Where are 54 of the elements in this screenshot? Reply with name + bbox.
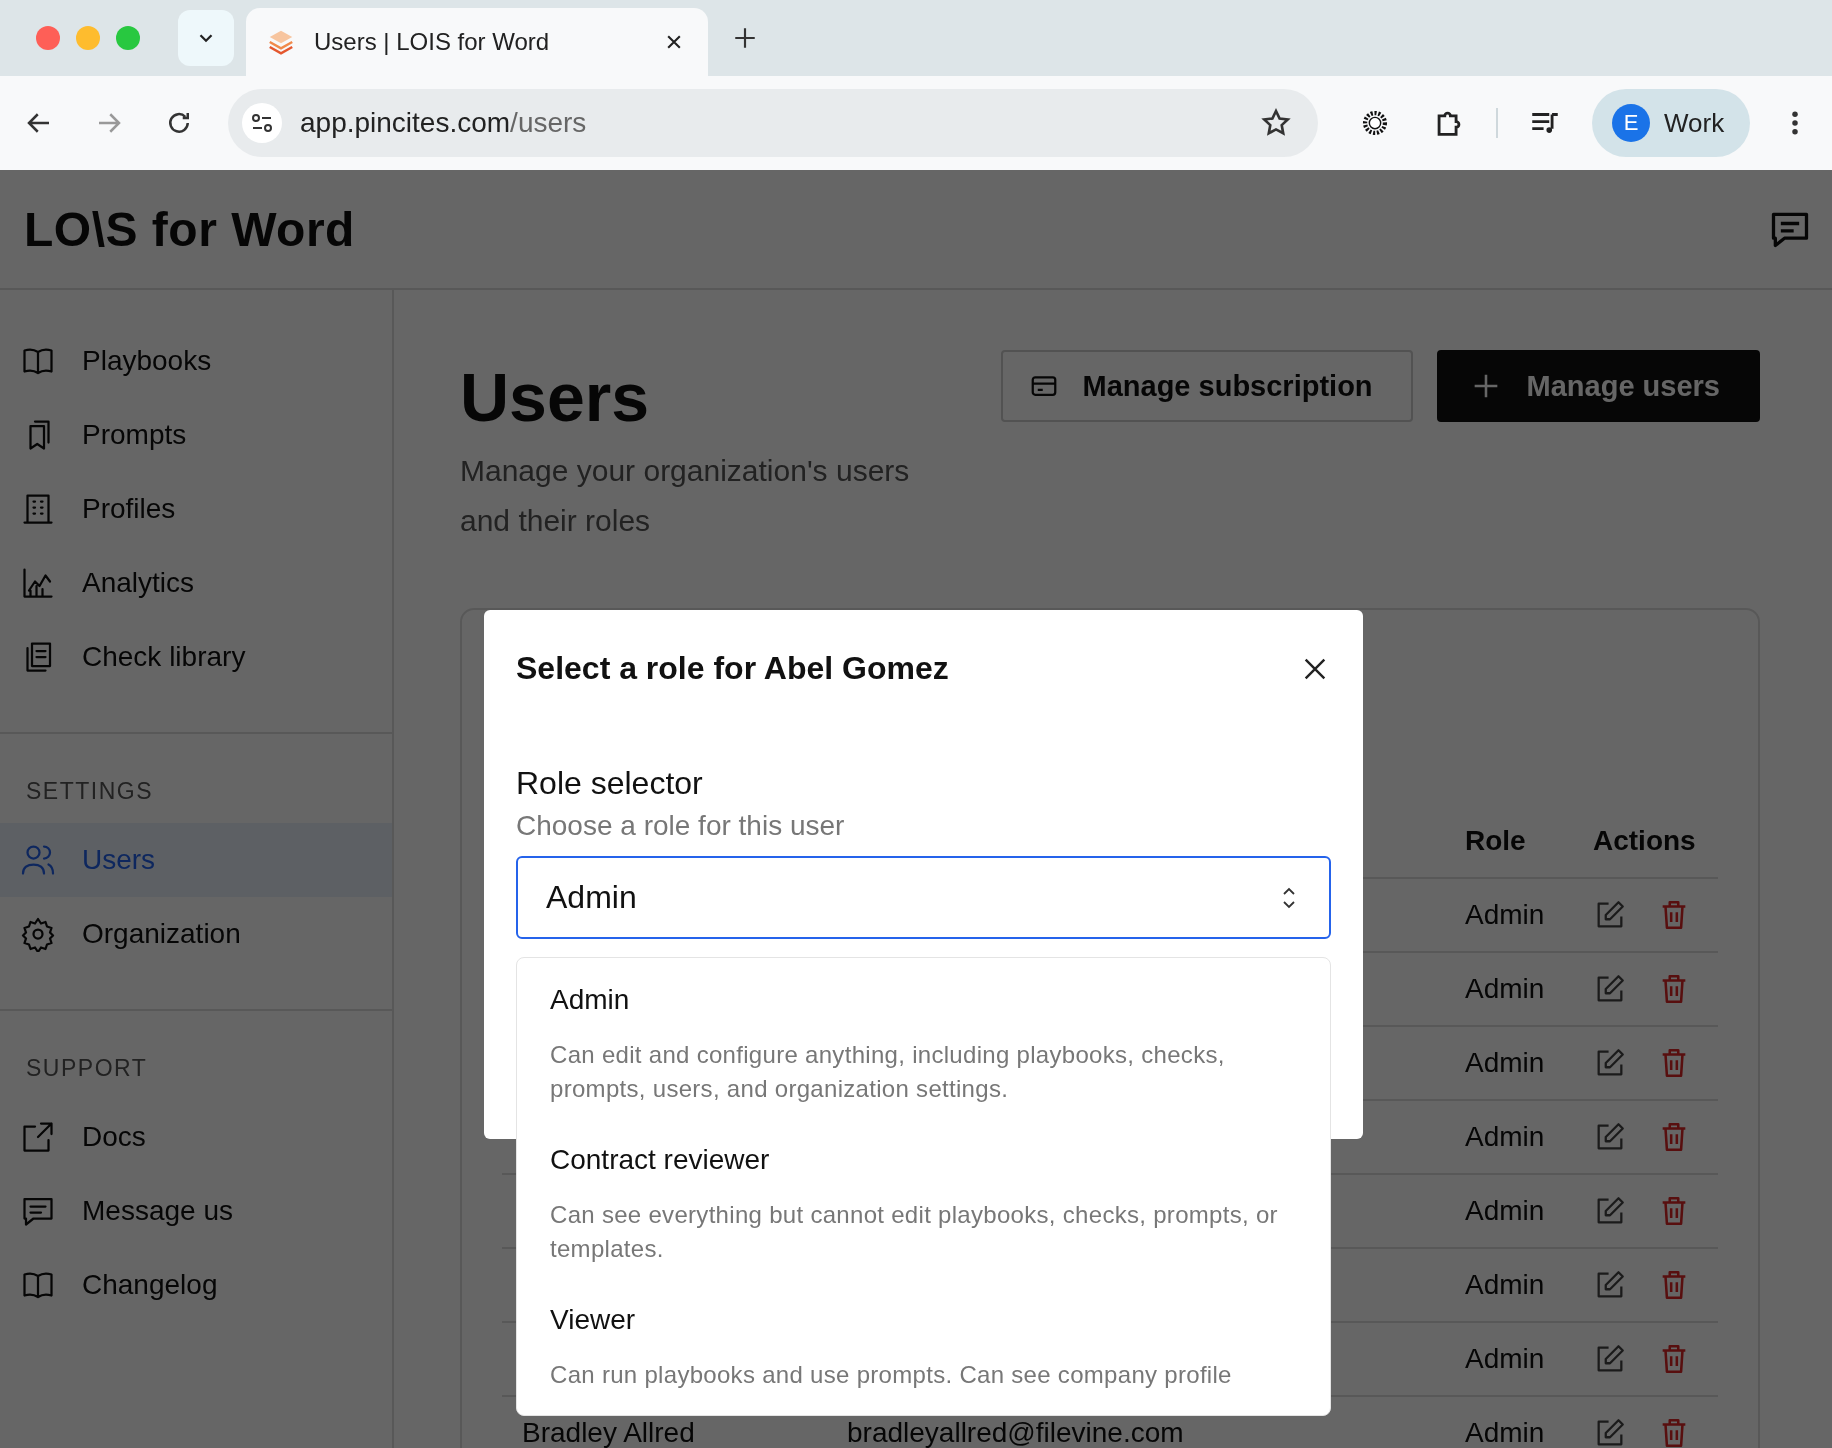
chart-icon (20, 565, 56, 601)
table-cell: Admin (1465, 973, 1545, 1004)
app-logo[interactable]: LO\S for Word (24, 201, 355, 257)
sidebar-item[interactable]: Docs (0, 1100, 392, 1174)
option-description: Can see everything but cannot edit playbooks, checks, prompts, or templates. (550, 1200, 1279, 1264)
section-heading: SUPPORT (25, 1054, 149, 1083)
option-title[interactable]: Contract reviewer (550, 1144, 1290, 1176)
table-cell: Admin (1465, 1047, 1545, 1078)
building-icon (20, 491, 56, 527)
browser-tab[interactable]: Users | LOIS for Word (246, 8, 708, 76)
table-cell: Admin (1465, 1195, 1545, 1226)
dialog-title: Select a role for Abel Gomez (516, 650, 949, 687)
sidebar-item[interactable]: Analytics (0, 546, 392, 620)
manage-subscription-button[interactable]: Manage subscription (1000, 350, 1413, 422)
address-bar[interactable]: app.pincites.com/users (228, 89, 1318, 157)
maximize-window-icon[interactable] (116, 26, 140, 50)
section-heading: SETTINGS (25, 777, 154, 806)
option-description: Can edit and configure anything, including playbooks, checks, prompts, users, and organization settings. (550, 1040, 1226, 1104)
site-settings-icon[interactable] (242, 103, 282, 143)
table-cell: bradleyallred@filevine.com (847, 1417, 1184, 1448)
field-hint: Choose a role for this user (516, 810, 846, 842)
sidebar-item[interactable]: Prompts (0, 398, 392, 472)
table-cell: Admin (1465, 899, 1545, 930)
tab-title: Users | LOIS for Word (314, 28, 551, 56)
sidebar-item[interactable]: Profiles (0, 472, 392, 546)
field-label: Role selector (516, 765, 704, 802)
option-title[interactable]: Viewer (550, 1304, 1290, 1336)
sidebar-item[interactable]: Organization (0, 897, 392, 971)
column-header: Role (1465, 827, 1527, 855)
option-title[interactable]: Admin (550, 984, 1290, 1016)
page-subtitle: Manage your organization's users and their roles (460, 453, 911, 539)
role-select[interactable]: Admin (516, 856, 1331, 939)
close-window-icon[interactable] (36, 26, 60, 50)
profile-name: Work (1664, 107, 1725, 139)
profile-button[interactable]: E Work (1592, 89, 1751, 157)
table-cell: Bradley Allred (522, 1417, 695, 1448)
manage-users-button[interactable]: Manage users (1436, 350, 1760, 422)
table-cell: Admin (1465, 1417, 1545, 1448)
settings-icon (20, 916, 56, 952)
sidebar-item[interactable]: Playbooks (0, 324, 392, 398)
page-title: Users (460, 358, 651, 436)
sidebar-item[interactable]: Message us (0, 1174, 392, 1248)
sidebar-item[interactable]: Changelog (0, 1248, 392, 1322)
avatar-initial: E (1612, 104, 1650, 142)
table-cell: Admin (1465, 1343, 1545, 1374)
url-text: app.pincites.com/users (300, 107, 588, 139)
table-cell: Admin (1465, 1121, 1545, 1152)
sidebar-item[interactable]: Users (0, 823, 392, 897)
sidebar-item[interactable]: Check library (0, 620, 392, 694)
option-description: Can run playbooks and use prompts. Can see company profile (550, 1360, 1233, 1390)
table-cell: Admin (1465, 1269, 1545, 1300)
column-header: Actions (1593, 827, 1697, 855)
external-link-icon (20, 1119, 56, 1155)
new-tab-icon[interactable] (732, 25, 758, 51)
